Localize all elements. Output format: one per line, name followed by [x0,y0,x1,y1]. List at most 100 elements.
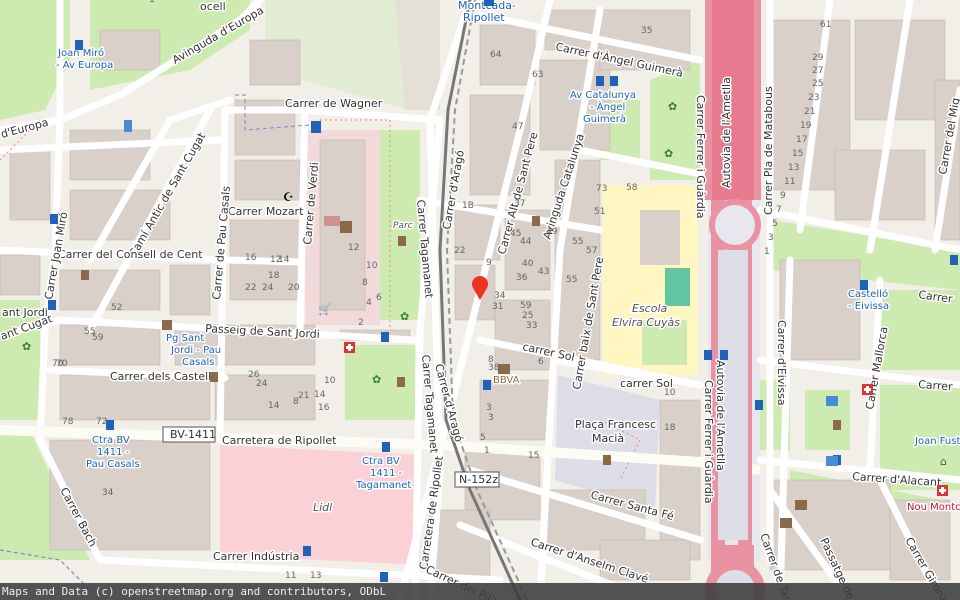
svg-text:⌂: ⌂ [940,455,947,468]
house-number: 58 [626,183,638,193]
house-number: 1 [149,0,155,5]
house-number: 2 [358,318,364,328]
map-canvas[interactable]: Avinguda d'Europa d'Europa ocell Carrer … [0,0,960,600]
house-number: 29 [812,53,824,63]
bus-stop-icon [380,572,388,582]
house-number: 70 [52,359,64,369]
house-number: 52 [111,303,122,313]
svg-text:🛒: 🛒 [318,303,332,316]
street-label-europa-edge: ocell [200,0,226,13]
bin-icon [397,377,405,387]
house-number: 64 [490,50,502,60]
house-number: 25 [812,79,823,89]
house-number: 47 [512,122,523,132]
house-number: 1B [462,201,474,211]
house-number: 10 [366,261,378,271]
street-label-wagner: Carrer de Wagner [285,97,383,110]
busstop-label-joan-miro-2: - Av Europa [56,60,113,71]
house-number: 34 [494,291,506,301]
house-number: 7 [776,205,782,215]
bus-stop-icon [610,76,618,86]
street-label-castello-fragment-2: Carrer [918,378,954,393]
street-label-matabous: Carrer Pla de Matabous [762,86,775,215]
house-number: 36 [516,273,528,283]
svg-text:☪: ☪ [283,190,294,204]
street-label-eivissa: Carrer d'Eivissa [775,320,788,406]
house-number: 44 [520,237,532,247]
train-station-icon [484,0,494,6]
busstop-label-ctra-tagamanet-3: Tagamanet [355,480,411,491]
bus-stop-icon [950,255,958,265]
info-icon [311,121,321,133]
house-number: 17 [796,135,807,145]
house-number: 18 [664,423,676,433]
busstop-label-castello-2: - Eivissa [848,301,889,312]
bus-stop-icon [381,332,389,342]
svg-text:✿: ✿ [372,373,381,386]
station-label-montcada-2: Ripollet [463,11,505,24]
house-number: 1 [484,446,490,456]
drinking-water-icon [826,456,838,466]
busstop-label-castello-1: Castelló [848,288,888,300]
busstop-label-ctra-pau-casals-1: Ctra BV [92,435,130,446]
house-number: 22 [454,246,465,256]
bus-stop-icon [483,380,491,390]
house-number: 9 [486,258,492,268]
house-number: 63 [532,70,543,80]
cinema-icon [340,221,352,233]
house-number: 8 [293,397,299,407]
house-number: 55 [572,237,583,247]
street-label-consell-cent: Carrer del Consell de Cent [58,248,203,261]
house-number: 61 [820,20,831,30]
busstop-label-pg-sant-jordi-3: Casals [182,357,214,368]
house-number: 34 [102,488,114,498]
parking-icon [124,120,132,132]
busstop-label-av-catalunya-1: Av Catalunya [570,90,636,101]
house-number: 5 [772,219,778,229]
busstop-label-ctra-pau-casals-3: Pau Casals [86,459,140,470]
poi-label-escola-1: Escola [632,302,668,315]
house-number: 24 [262,283,274,293]
busstop-label-av-catalunya-2: - Àngel [590,100,625,113]
street-label-sant-jordi-short: ant Jordi [2,306,48,319]
playground-icon: ✿ [668,100,677,113]
theatre-icon [795,500,807,510]
house-number: 13 [310,571,321,581]
house-number: 27 [812,66,823,76]
poi-label-nou-montcada: Nou Montc [907,502,960,513]
house-number: 51 [594,207,605,217]
playground-icon: ✿ [664,147,673,160]
bin-icon [532,216,540,226]
street-label-castells: Carrer dels Castells [110,370,217,383]
house-number: 14 [268,401,280,411]
poi-label-escola-2: Elvira Cuyàs [612,316,680,329]
bin-icon [210,372,218,382]
bus-stop-icon [704,350,712,360]
house-number: 16 [245,253,257,263]
house-number: 12 [270,255,281,265]
house-number: 31 [492,302,503,312]
playground-icon: ✿ [372,373,381,386]
busstop-label-ctra-pau-casals-2: 1411 - [97,447,130,458]
house-number: 72 [96,417,107,427]
house-number: 3 [488,413,494,423]
poi-label-park: Parc [393,221,413,231]
shoe-icon [162,320,172,330]
playground-icon: ✿ [22,340,31,353]
busstop-label-ctra-tagamanet-2: 1411 - [370,468,403,479]
shop-icon [324,216,340,226]
busstop-label-pg-sant-jordi-2: Jordi - Pau [170,345,221,356]
house-number: 21 [298,391,309,401]
house-number: 9 [780,191,786,201]
house-number: 59 [520,301,532,311]
street-label-autovia: Autovia de l'Ametlla [720,77,733,188]
house-number: 8 [362,278,368,288]
house-number: 8 [488,355,494,365]
bus-stop-icon [75,40,83,50]
house-number: 25 [522,311,533,321]
street-label-industria: Carrer Indústria [213,550,299,563]
street-label-ferrer-guardia: Carrer Ferrer i Guàrdia [694,95,707,219]
attribution-text[interactable]: Maps and Data (c) openstreetmap.org and … [2,585,386,598]
house-number: 55 [566,275,577,285]
house-number: 10 [664,388,676,398]
